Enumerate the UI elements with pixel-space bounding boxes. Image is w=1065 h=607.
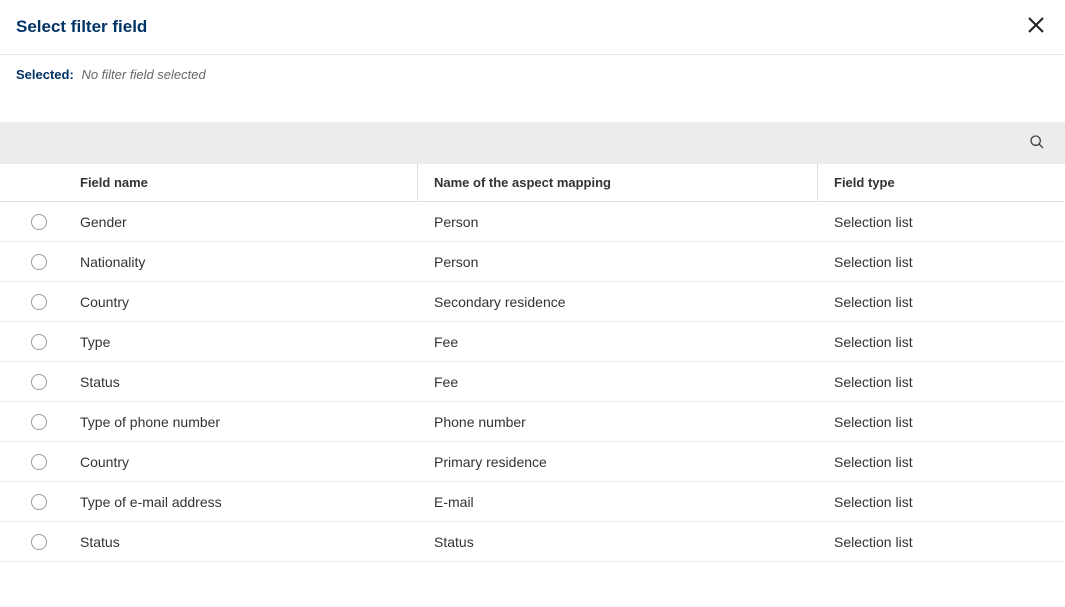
col-header-field-type[interactable]: Field type [818,164,1065,201]
col-header-field-name[interactable]: Field name [78,164,418,201]
row-field-type: Selection list [818,482,1065,521]
table-row[interactable]: CountrySecondary residenceSelection list [0,282,1065,322]
radio-button[interactable] [31,534,47,550]
row-aspect-mapping: Fee [418,322,818,361]
radio-button[interactable] [31,494,47,510]
row-aspect-mapping: Primary residence [418,442,818,481]
row-field-type: Selection list [818,282,1065,321]
table-header: Field name Name of the aspect mapping Fi… [0,164,1065,202]
row-field-name: Country [78,442,418,481]
row-aspect-mapping: Fee [418,362,818,401]
row-field-name: Type of e-mail address [78,482,418,521]
dialog-title: Select filter field [16,17,147,37]
row-field-type: Selection list [818,402,1065,441]
radio-button[interactable] [31,374,47,390]
row-radio-cell [0,214,78,230]
row-aspect-mapping: Phone number [418,402,818,441]
row-radio-cell [0,374,78,390]
row-field-name: Type [78,322,418,361]
table-row[interactable]: Type of e-mail addressE-mailSelection li… [0,482,1065,522]
row-field-name: Type of phone number [78,402,418,441]
row-field-name: Status [78,362,418,401]
radio-button[interactable] [31,454,47,470]
row-field-type: Selection list [818,362,1065,401]
table-row[interactable]: TypeFeeSelection list [0,322,1065,362]
row-radio-cell [0,454,78,470]
row-radio-cell [0,254,78,270]
radio-button[interactable] [31,254,47,270]
radio-button[interactable] [31,214,47,230]
row-field-name: Nationality [78,242,418,281]
dialog-header: Select filter field [0,0,1065,55]
search-bar[interactable] [0,122,1065,164]
row-field-type: Selection list [818,522,1065,561]
table-row[interactable]: GenderPersonSelection list [0,202,1065,242]
selected-label: Selected: [16,67,74,82]
table-body: GenderPersonSelection listNationalityPer… [0,202,1065,562]
row-field-name: Country [78,282,418,321]
row-radio-cell [0,414,78,430]
table-row[interactable]: StatusStatusSelection list [0,522,1065,562]
selected-bar: Selected: No filter field selected [0,55,1065,90]
row-radio-cell [0,534,78,550]
row-field-type: Selection list [818,202,1065,241]
row-aspect-mapping: Person [418,242,818,281]
search-icon[interactable] [1029,134,1045,153]
row-radio-cell [0,334,78,350]
row-aspect-mapping: Person [418,202,818,241]
radio-button[interactable] [31,414,47,430]
close-icon[interactable] [1023,12,1049,42]
row-field-name: Status [78,522,418,561]
table-row[interactable]: CountryPrimary residenceSelection list [0,442,1065,482]
table-row[interactable]: StatusFeeSelection list [0,362,1065,402]
radio-button[interactable] [31,334,47,350]
table-row[interactable]: NationalityPersonSelection list [0,242,1065,282]
row-field-name: Gender [78,202,418,241]
row-field-type: Selection list [818,242,1065,281]
table-row[interactable]: Type of phone numberPhone numberSelectio… [0,402,1065,442]
row-radio-cell [0,294,78,310]
row-aspect-mapping: E-mail [418,482,818,521]
row-aspect-mapping: Secondary residence [418,282,818,321]
row-field-type: Selection list [818,442,1065,481]
row-radio-cell [0,494,78,510]
col-header-aspect-mapping[interactable]: Name of the aspect mapping [418,164,818,201]
row-aspect-mapping: Status [418,522,818,561]
row-field-type: Selection list [818,322,1065,361]
radio-button[interactable] [31,294,47,310]
selected-value: No filter field selected [81,67,205,82]
